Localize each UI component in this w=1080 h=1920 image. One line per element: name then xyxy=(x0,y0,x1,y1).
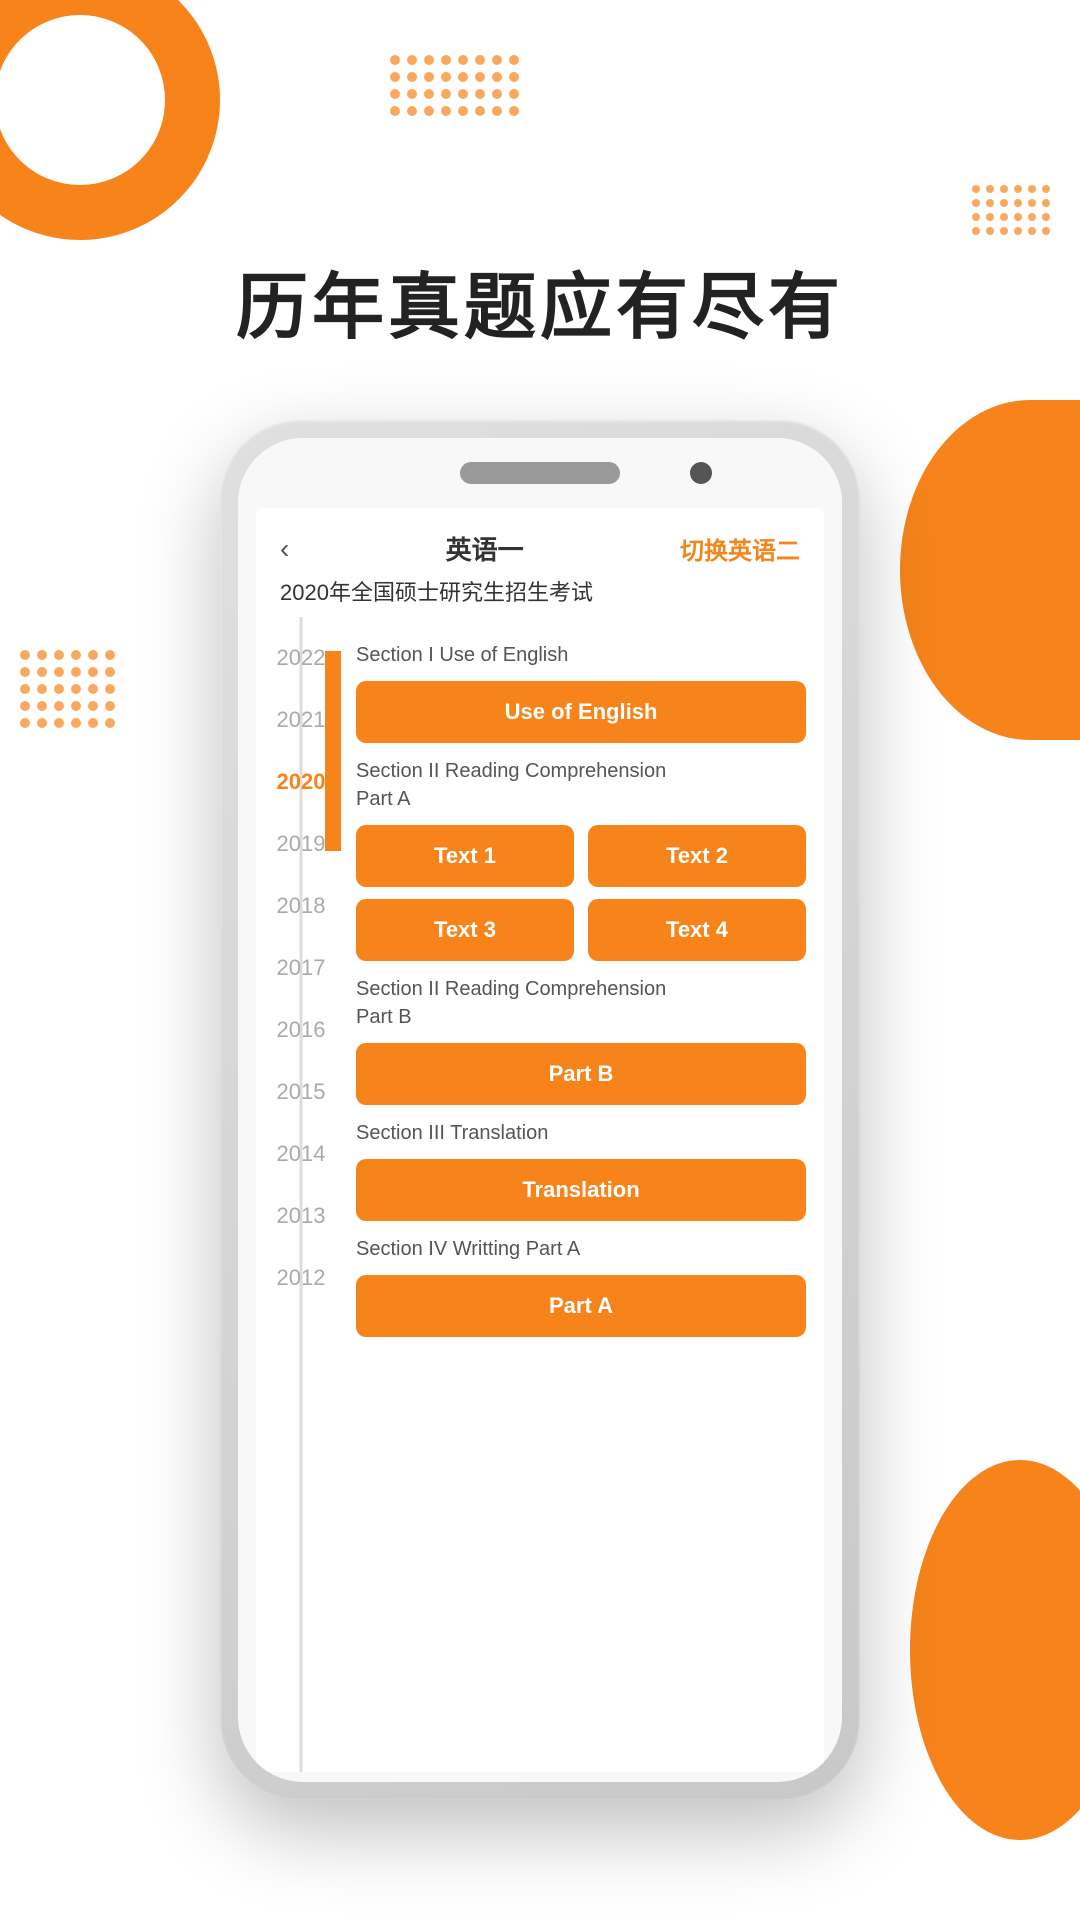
year-item-2014[interactable]: 2014 xyxy=(256,1123,346,1185)
deco-dots-right xyxy=(972,185,1050,235)
section-2-buttons-row2: Text 3 Text 4 xyxy=(356,899,806,961)
deco-wave-bottom-right xyxy=(910,1460,1080,1840)
timeline-sidebar: 2022 2021 2020 2019 xyxy=(256,617,346,1772)
phone-inner: ‹ 英语一 切换英语二 2020年全国硕士研究生招生考试 2022 xyxy=(238,438,842,1782)
section-5: Section IV Writting Part A Part A xyxy=(356,1235,806,1337)
phone-mockup: ‹ 英语一 切换英语二 2020年全国硕士研究生招生考试 2022 xyxy=(220,420,860,1800)
section-4-label: Section III Translation xyxy=(356,1119,806,1147)
btn-text2[interactable]: Text 2 xyxy=(588,825,806,887)
btn-partb[interactable]: Part B xyxy=(356,1043,806,1105)
back-button[interactable]: ‹ xyxy=(280,533,289,565)
btn-use-of-english[interactable]: Use of English xyxy=(356,681,806,743)
btn-text4[interactable]: Text 4 xyxy=(588,899,806,961)
section-4-buttons: Translation xyxy=(356,1159,806,1221)
btn-text3[interactable]: Text 3 xyxy=(356,899,574,961)
section-5-label: Section IV Writting Part A xyxy=(356,1235,806,1263)
year-item-2015[interactable]: 2015 xyxy=(256,1061,346,1123)
section-3-label: Section II Reading ComprehensionPart B xyxy=(356,975,806,1031)
main-title: 历年真题应有尽有 xyxy=(0,248,1080,353)
year-item-2013[interactable]: 2013 xyxy=(256,1185,346,1247)
deco-dots-top-center xyxy=(390,55,519,116)
phone-camera xyxy=(690,462,712,484)
section-3-buttons: Part B xyxy=(356,1043,806,1105)
phone-notch-bar xyxy=(238,438,842,508)
year-item-2012[interactable]: 2012 xyxy=(256,1247,346,1309)
switch-language-button[interactable]: 切换英语二 xyxy=(680,531,800,566)
screen-body: 2022 2021 2020 2019 xyxy=(256,617,824,1772)
year-item-2017[interactable]: 2017 xyxy=(256,937,346,999)
btn-text1[interactable]: Text 1 xyxy=(356,825,574,887)
phone-speaker xyxy=(460,462,620,484)
section-5-buttons: Part A xyxy=(356,1275,806,1337)
screen-subtitle: 2020年全国硕士研究生招生考试 xyxy=(280,575,800,607)
section-4: Section III Translation Translation xyxy=(356,1119,806,1221)
deco-circle-top-left xyxy=(0,0,220,240)
phone-shell: ‹ 英语一 切换英语二 2020年全国硕士研究生招生考试 2022 xyxy=(220,420,860,1800)
phone-screen: ‹ 英语一 切换英语二 2020年全国硕士研究生招生考试 2022 xyxy=(256,508,824,1772)
btn-parta[interactable]: Part A xyxy=(356,1275,806,1337)
deco-dots-left xyxy=(20,650,115,728)
btn-translation[interactable]: Translation xyxy=(356,1159,806,1221)
section-2-buttons-row1: Text 1 Text 2 xyxy=(356,825,806,887)
screen-header: ‹ 英语一 切换英语二 2020年全国硕士研究生招生考试 xyxy=(256,508,824,617)
screen-nav-row: ‹ 英语一 切换英语二 xyxy=(280,530,800,567)
section-1-buttons: Use of English xyxy=(356,681,806,743)
year-item-2019[interactable]: 2019 xyxy=(256,813,346,875)
year-item-2016[interactable]: 2016 xyxy=(256,999,346,1061)
deco-arc-right xyxy=(900,400,1080,740)
section-3: Section II Reading ComprehensionPart B P… xyxy=(356,975,806,1105)
content-area: Section I Use of English Use of English … xyxy=(346,617,824,1772)
year-item-2020[interactable]: 2020 xyxy=(256,751,346,813)
year-item-2018[interactable]: 2018 xyxy=(256,875,346,937)
screen-title: 英语一 xyxy=(446,530,524,567)
section-2-label: Section II Reading ComprehensionPart A xyxy=(356,757,806,813)
section-2: Section II Reading ComprehensionPart A T… xyxy=(356,757,806,961)
section-1: Section I Use of English Use of English xyxy=(356,641,806,743)
section-1-label: Section I Use of English xyxy=(356,641,806,669)
